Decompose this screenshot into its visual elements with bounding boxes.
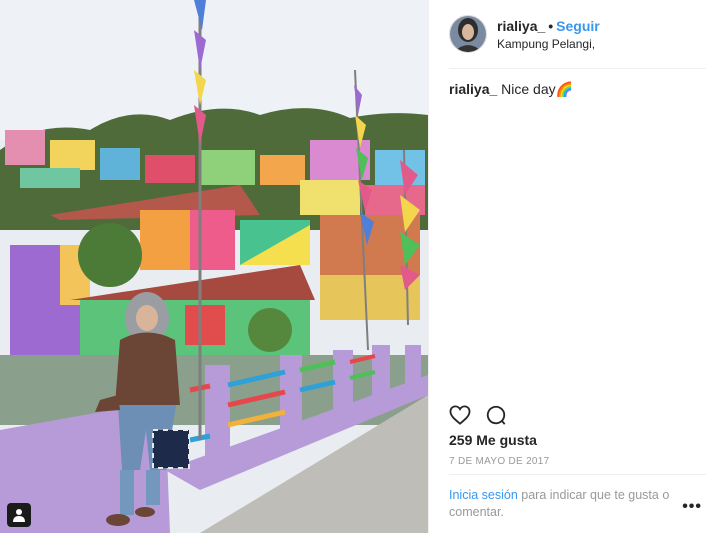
divider <box>449 68 706 69</box>
post-header: rialiya_ • Seguir Kampung Pelangi, <box>449 14 600 54</box>
avatar[interactable] <box>449 15 487 53</box>
post-photo[interactable] <box>0 0 428 533</box>
heart-icon[interactable] <box>449 405 471 425</box>
action-bar <box>449 403 521 427</box>
username-link[interactable]: rialiya_ <box>497 18 545 34</box>
header-text: rialiya_ • Seguir Kampung Pelangi, <box>497 18 600 51</box>
caption-text: Nice day🌈 <box>501 81 574 97</box>
caption: rialiya_ Nice day🌈 <box>449 80 573 98</box>
caption-username[interactable]: rialiya_ <box>449 81 497 97</box>
user-tag-icon[interactable] <box>7 503 31 527</box>
login-prompt: Inicia sesión para indicar que te gusta … <box>449 487 689 521</box>
divider <box>449 474 706 475</box>
more-options-icon[interactable]: ••• <box>682 498 702 516</box>
follow-button[interactable]: Seguir <box>556 18 600 34</box>
separator-dot: • <box>548 17 554 34</box>
likes-count[interactable]: 259 Me gusta <box>449 432 537 448</box>
login-link[interactable]: Inicia sesión <box>449 488 518 502</box>
comment-icon[interactable] <box>485 404 507 426</box>
photo-scene <box>0 0 428 533</box>
post-sidebar: rialiya_ • Seguir Kampung Pelangi, rialiya… <box>428 0 725 533</box>
post-date: 7 DE MAYO DE 2017 <box>449 456 550 467</box>
location-link[interactable]: Kampung Pelangi, <box>497 37 600 51</box>
